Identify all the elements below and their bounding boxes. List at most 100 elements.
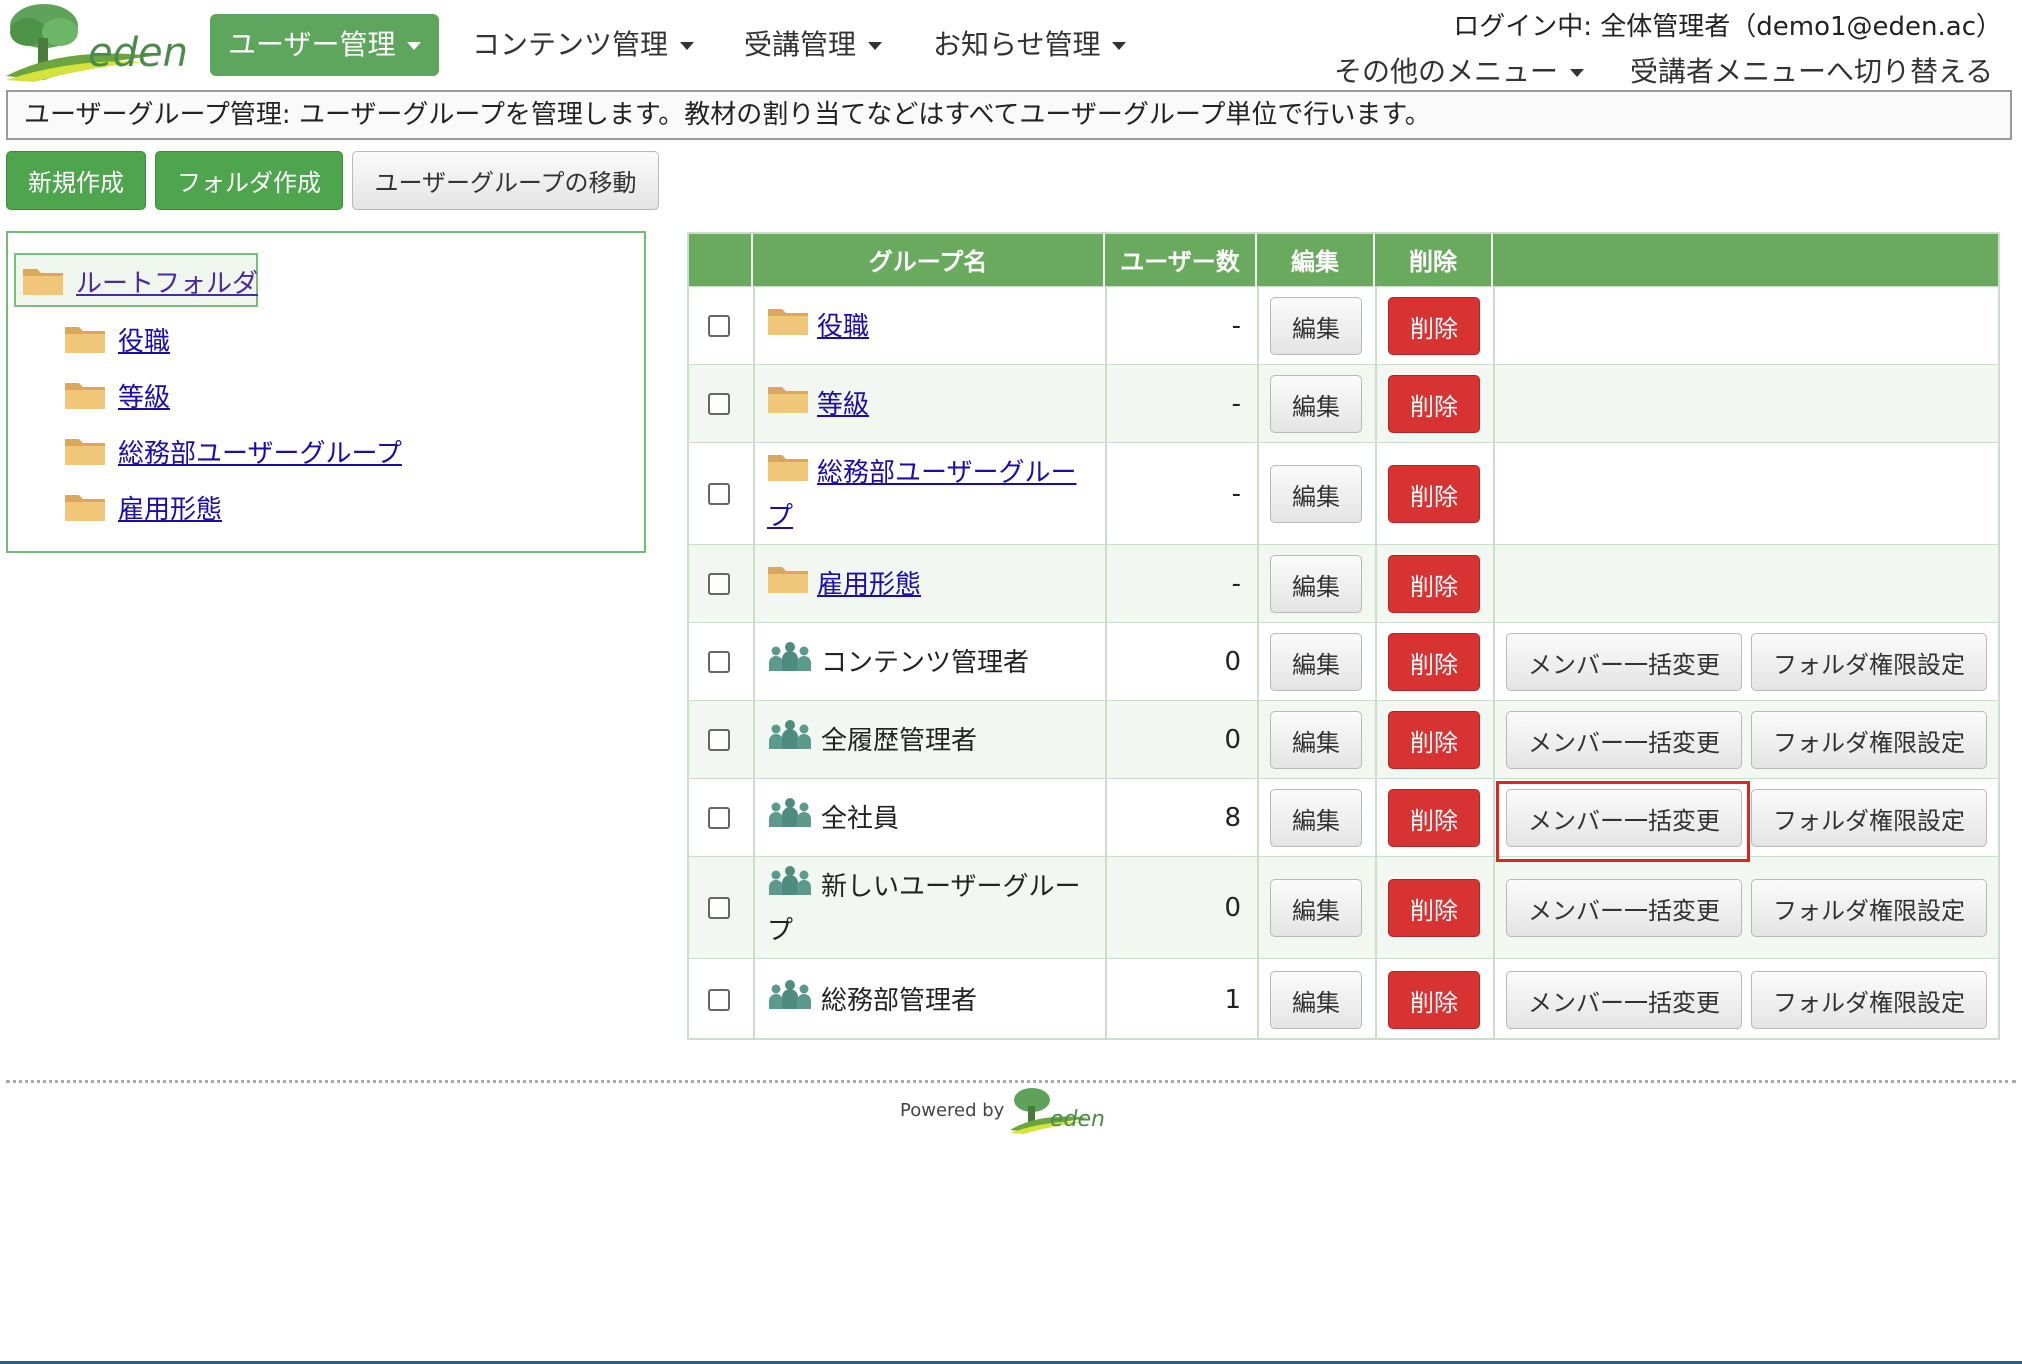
move-usergroup-button[interactable]: ユーザーグループの移動 <box>352 151 659 210</box>
member-bulk-change-button[interactable]: メンバー一括変更 <box>1506 633 1742 691</box>
tree-item-role[interactable]: 役職 <box>64 317 170 361</box>
tree-root-label[interactable]: ルートフォルダ <box>76 263 258 300</box>
delete-button[interactable]: 削除 <box>1388 971 1480 1029</box>
tree-item-label[interactable]: 役職 <box>118 321 170 358</box>
folder-permission-button[interactable]: フォルダ権限設定 <box>1751 711 1987 769</box>
edit-button[interactable]: 編集 <box>1270 879 1362 937</box>
footer-divider <box>6 1080 2016 1083</box>
row-checkbox[interactable] <box>708 989 730 1011</box>
user-count: - <box>1231 569 1241 599</box>
svg-text:eden: eden <box>1050 1107 1105 1132</box>
cell-divider <box>1257 545 1259 622</box>
row-checkbox[interactable] <box>708 897 730 919</box>
group-name[interactable]: 役職 <box>817 312 869 342</box>
nav-content-management[interactable]: コンテンツ管理 <box>472 14 695 76</box>
cell-divider <box>1105 365 1107 442</box>
nav-user-management[interactable]: ユーザー管理 <box>210 14 440 76</box>
edit-button[interactable]: 編集 <box>1270 971 1362 1029</box>
cell-divider <box>753 287 755 364</box>
group-name[interactable]: 等級 <box>817 390 869 420</box>
group-name: 総務部管理者 <box>821 986 978 1016</box>
powered-by: Powered by eden <box>900 1086 1106 1134</box>
row-checkbox[interactable] <box>708 651 730 673</box>
edit-button[interactable]: 編集 <box>1270 633 1362 691</box>
delete-button[interactable]: 削除 <box>1388 375 1480 433</box>
folder-tree: ルートフォルダ 役職 等級 総務部ユーザーグループ 雇用形態 <box>6 231 646 553</box>
delete-button[interactable]: 削除 <box>1388 465 1480 523</box>
row-checkbox[interactable] <box>708 483 730 505</box>
row-checkbox[interactable] <box>708 315 730 337</box>
nav-course-management[interactable]: 受講管理 <box>744 14 883 76</box>
folder-permission-button[interactable]: フォルダ権限設定 <box>1751 971 1987 1029</box>
edit-button[interactable]: 編集 <box>1270 465 1362 523</box>
member-bulk-change-button[interactable]: メンバー一括変更 <box>1506 971 1742 1029</box>
row-checkbox[interactable] <box>708 729 730 751</box>
cell-divider <box>1257 623 1259 700</box>
edit-button[interactable]: 編集 <box>1270 297 1362 355</box>
tree-logo-icon: eden <box>6 4 188 82</box>
nav-course-management-label: 受講管理 <box>744 28 857 61</box>
cell-divider <box>1493 779 1495 856</box>
other-menu[interactable]: その他のメニュー <box>1334 50 1585 90</box>
cell-divider <box>1375 779 1377 856</box>
chevron-down-icon <box>407 42 422 50</box>
delete-button[interactable]: 削除 <box>1388 879 1480 937</box>
edit-button[interactable]: 編集 <box>1270 711 1362 769</box>
nav-notice-management-label: お知らせ管理 <box>933 28 1101 61</box>
user-count: - <box>1231 479 1241 509</box>
group-name-cell: 全履歴管理者 <box>767 719 1087 764</box>
edit-button[interactable]: 編集 <box>1270 789 1362 847</box>
tree-item-grade[interactable]: 等級 <box>64 373 170 417</box>
edit-button[interactable]: 編集 <box>1270 555 1362 613</box>
nav-notice-management[interactable]: お知らせ管理 <box>933 14 1127 76</box>
cell-divider <box>1375 623 1377 700</box>
member-bulk-change-button[interactable]: メンバー一括変更 <box>1506 711 1742 769</box>
new-button[interactable]: 新規作成 <box>6 151 146 210</box>
tree-item-label[interactable]: 雇用形態 <box>118 489 222 526</box>
row-checkbox[interactable] <box>708 573 730 595</box>
group-name[interactable]: 総務部ユーザーグルー <box>817 458 1076 488</box>
row-checkbox[interactable] <box>708 393 730 415</box>
footer-eden-logo-icon: eden <box>1010 1088 1105 1134</box>
tree-item-employment-type[interactable]: 雇用形態 <box>64 485 222 529</box>
eden-logo[interactable]: eden <box>4 2 190 82</box>
cell-divider <box>753 545 755 622</box>
group-name-wrap: プ <box>767 916 794 946</box>
cell-divider <box>1493 701 1495 778</box>
tree-item-label[interactable]: 総務部ユーザーグループ <box>118 433 402 470</box>
folder-permission-button[interactable]: フォルダ権限設定 <box>1751 789 1987 847</box>
row-checkbox[interactable] <box>708 807 730 829</box>
group-name-wrap[interactable]: プ <box>767 502 793 532</box>
col-header-group-name: グループ名 <box>753 232 1105 286</box>
folder-permission-button[interactable]: フォルダ権限設定 <box>1751 633 1987 691</box>
switch-to-learner-link[interactable]: 受講者メニューへ切り替える <box>1630 50 1993 90</box>
group-name: 全社員 <box>821 804 900 834</box>
user-count: 0 <box>1224 647 1241 677</box>
group-name-cell: 総務部管理者 <box>767 979 1087 1024</box>
group-name[interactable]: 雇用形態 <box>817 570 921 600</box>
folder-icon <box>65 495 105 521</box>
delete-button[interactable]: 削除 <box>1388 633 1480 691</box>
table-row: コンテンツ管理者 0 編集 削除 メンバー一括変更 フォルダ権限設定 <box>687 622 2000 700</box>
tree-item-general-affairs[interactable]: 総務部ユーザーグループ <box>64 429 402 473</box>
delete-button[interactable]: 削除 <box>1388 297 1480 355</box>
folder-permission-button[interactable]: フォルダ権限設定 <box>1751 879 1987 937</box>
table-row: 全履歴管理者 0 編集 削除 メンバー一括変更 フォルダ権限設定 <box>687 700 2000 778</box>
user-group-icon <box>767 979 813 1024</box>
delete-button[interactable]: 削除 <box>1388 789 1480 847</box>
cell-divider <box>1257 443 1259 544</box>
table-row: 総務部ユーザーグループ - 編集 削除 <box>687 442 2000 544</box>
user-count: - <box>1231 311 1241 341</box>
page-description: ユーザーグループ管理: ユーザーグループを管理します。教材の割り当てなどはすべて… <box>6 90 2012 140</box>
edit-button[interactable]: 編集 <box>1270 375 1362 433</box>
chevron-down-icon <box>680 42 695 50</box>
tree-root-folder[interactable]: ルートフォルダ <box>14 253 258 307</box>
delete-button[interactable]: 削除 <box>1388 711 1480 769</box>
delete-button[interactable]: 削除 <box>1388 555 1480 613</box>
cell-divider <box>1493 287 1495 364</box>
tree-item-label[interactable]: 等級 <box>118 377 170 414</box>
member-bulk-change-button[interactable]: メンバー一括変更 <box>1506 879 1742 937</box>
group-name-cell: 雇用形態 <box>767 563 1087 608</box>
cell-divider <box>1375 443 1377 544</box>
create-folder-button[interactable]: フォルダ作成 <box>155 151 343 210</box>
